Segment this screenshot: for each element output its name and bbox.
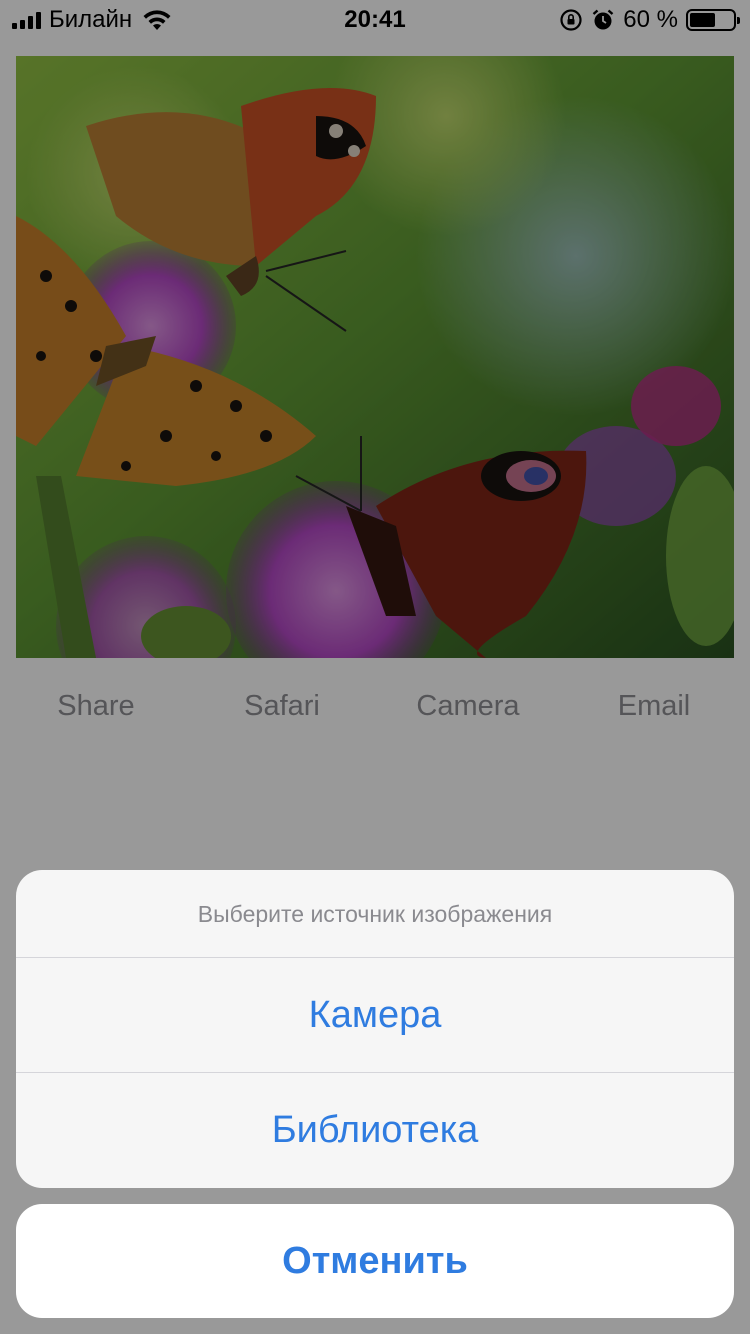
- camera-option-button[interactable]: Камера: [16, 958, 734, 1073]
- library-option-button[interactable]: Библиотека: [16, 1073, 734, 1188]
- cancel-button[interactable]: Отменить: [16, 1204, 734, 1318]
- action-sheet-title: Выберите источник изображения: [16, 870, 734, 958]
- action-sheet: Выберите источник изображения Камера Биб…: [16, 870, 734, 1188]
